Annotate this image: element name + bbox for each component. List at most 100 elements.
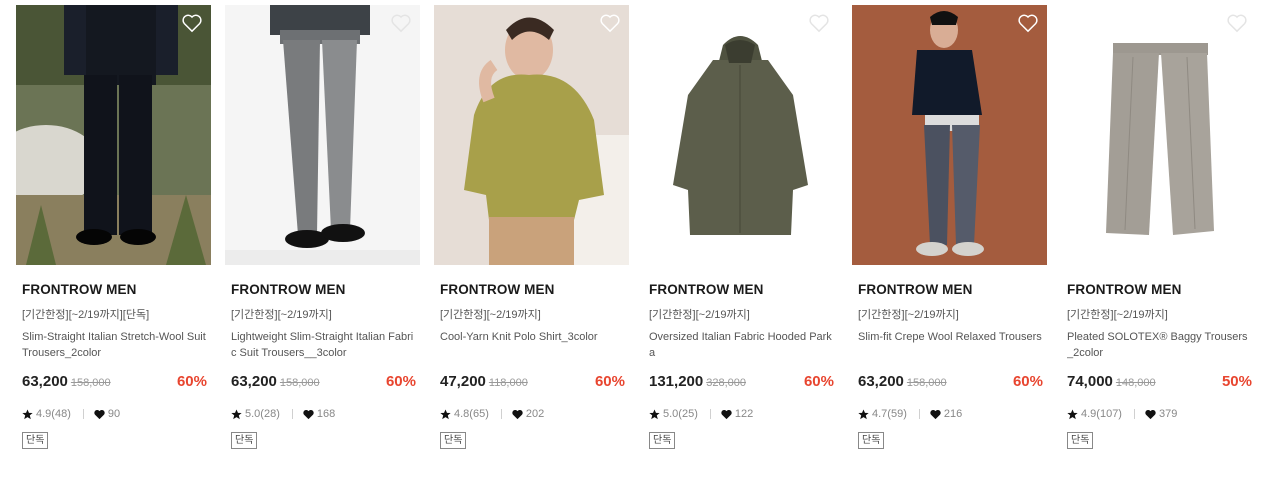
sale-price: 74,000 [1067,373,1113,390]
price-row: 74,000 148,000 50% [1067,373,1252,393]
product-card[interactable]: FRONTROW MEN [기간한정][~2/19까지] Pleated SOL… [1061,5,1256,449]
product-card[interactable]: FRONTROW MEN [기간한정][~2/19까지] Slim-fit Cr… [852,5,1047,449]
product-image[interactable] [643,5,838,265]
product-photo [434,5,629,265]
star-icon [858,408,869,420]
discount-rate: 50% [1221,373,1252,390]
price-row: 63,200 158,000 60% [231,373,416,393]
sale-price: 63,200 [231,373,277,390]
discount-rate: 60% [385,373,416,390]
product-name[interactable]: Slim-Straight Italian Stretch-Wool Suit … [22,329,208,361]
wishlist-heart-icon[interactable] [1017,13,1039,33]
sale-price: 63,200 [22,373,68,390]
product-photo [1061,5,1256,265]
exclusive-badge: 단독 [1067,432,1094,449]
star-icon [440,408,451,420]
discount-rate: 60% [176,373,207,390]
product-image[interactable] [1061,5,1256,265]
likes-count: 168 [316,408,336,420]
exclusive-badge: 단독 [858,432,885,449]
likes-count: 216 [943,408,963,420]
product-name[interactable]: Slim-fit Crepe Wool Relaxed Trousers [858,329,1044,361]
original-price: 158,000 [279,377,320,389]
price-row: 131,200 328,000 60% [649,373,834,393]
likes-count: 122 [734,408,754,420]
product-name[interactable]: Cool-Yarn Knit Polo Shirt_3color [440,329,626,361]
promo-tag: [기간한정][~2/19까지] [649,309,750,321]
brand-name[interactable]: FRONTROW MEN [22,282,211,297]
sale-price: 47,200 [440,373,486,390]
original-price: 328,000 [706,377,746,389]
heart-filled-icon [1145,409,1156,420]
product-grid: FRONTROW MEN [기간한정][~2/19까지][단독] Slim-St… [0,0,1269,482]
product-card[interactable]: FRONTROW MEN [기간한정][~2/19까지] Lightweight… [225,5,420,449]
product-photo [852,5,1047,265]
divider [82,409,84,419]
wishlist-heart-icon[interactable] [390,13,412,33]
product-photo [16,5,211,265]
product-photo [225,5,420,265]
wishlist-heart-icon[interactable] [1226,13,1248,33]
wishlist-heart-icon[interactable] [599,13,621,33]
exclusive-badge: 단독 [440,432,467,449]
review-meta: 5.0(28) 168 [231,407,420,421]
rating-text: 4.7(59) [872,408,907,420]
heart-filled-icon [721,409,732,420]
original-price: 148,000 [1115,377,1156,389]
divider [500,409,502,419]
brand-name[interactable]: FRONTROW MEN [1067,282,1256,297]
heart-filled-icon [930,409,941,420]
review-meta: 4.7(59) 216 [858,407,1047,421]
star-icon [1067,408,1078,420]
review-meta: 4.9(107) 379 [1067,407,1256,421]
review-meta: 4.8(65) 202 [440,407,629,421]
product-image[interactable] [225,5,420,265]
exclusive-badge: 단독 [649,432,676,449]
sale-price: 63,200 [858,373,904,390]
heart-filled-icon [303,409,314,420]
original-price: 118,000 [488,377,528,389]
brand-name[interactable]: FRONTROW MEN [649,282,838,297]
likes-count: 202 [525,408,545,420]
product-photo [643,5,838,265]
product-image[interactable] [852,5,1047,265]
promo-tag: [기간한정][~2/19까지] [858,309,959,321]
discount-rate: 60% [803,373,834,390]
rating-text: 4.8(65) [454,408,489,420]
brand-name[interactable]: FRONTROW MEN [231,282,420,297]
divider [918,409,920,419]
likes-count: 90 [107,408,121,420]
rating-text: 5.0(28) [245,408,280,420]
sale-price: 131,200 [649,373,704,390]
heart-filled-icon [94,409,105,420]
product-name[interactable]: Lightweight Slim-Straight Italian Fabric… [231,329,417,361]
star-icon [649,408,660,420]
promo-tag: [기간한정][~2/19까지] [231,309,332,321]
product-name[interactable]: Pleated SOLOTEX® Baggy Trousers_2color [1067,329,1253,361]
review-meta: 5.0(25) 122 [649,407,838,421]
rating-text: 4.9(107) [1081,408,1122,420]
wishlist-heart-icon[interactable] [181,13,203,33]
likes-count: 379 [1158,408,1178,420]
product-card[interactable]: FRONTROW MEN [기간한정][~2/19까지] Oversized I… [643,5,838,449]
brand-name[interactable]: FRONTROW MEN [440,282,629,297]
divider [1133,409,1135,419]
price-row: 63,200 158,000 60% [22,373,207,393]
exclusive-badge: 단독 [231,432,258,449]
product-name[interactable]: Oversized Italian Fabric Hooded Parka [649,329,835,361]
rating-text: 5.0(25) [663,408,698,420]
product-card[interactable]: FRONTROW MEN [기간한정][~2/19까지][단독] Slim-St… [16,5,211,449]
review-meta: 4.9(48) 90 [22,407,211,421]
promo-tag: [기간한정][~2/19까지][단독] [22,309,150,321]
price-row: 47,200 118,000 60% [440,373,625,393]
star-icon [22,408,33,420]
heart-filled-icon [512,409,523,420]
wishlist-heart-icon[interactable] [808,13,830,33]
divider [709,409,711,419]
brand-name[interactable]: FRONTROW MEN [858,282,1047,297]
discount-rate: 60% [1012,373,1043,390]
product-card[interactable]: FRONTROW MEN [기간한정][~2/19까지] Cool-Yarn K… [434,5,629,449]
product-image[interactable] [16,5,211,265]
star-icon [231,408,242,420]
product-image[interactable] [434,5,629,265]
